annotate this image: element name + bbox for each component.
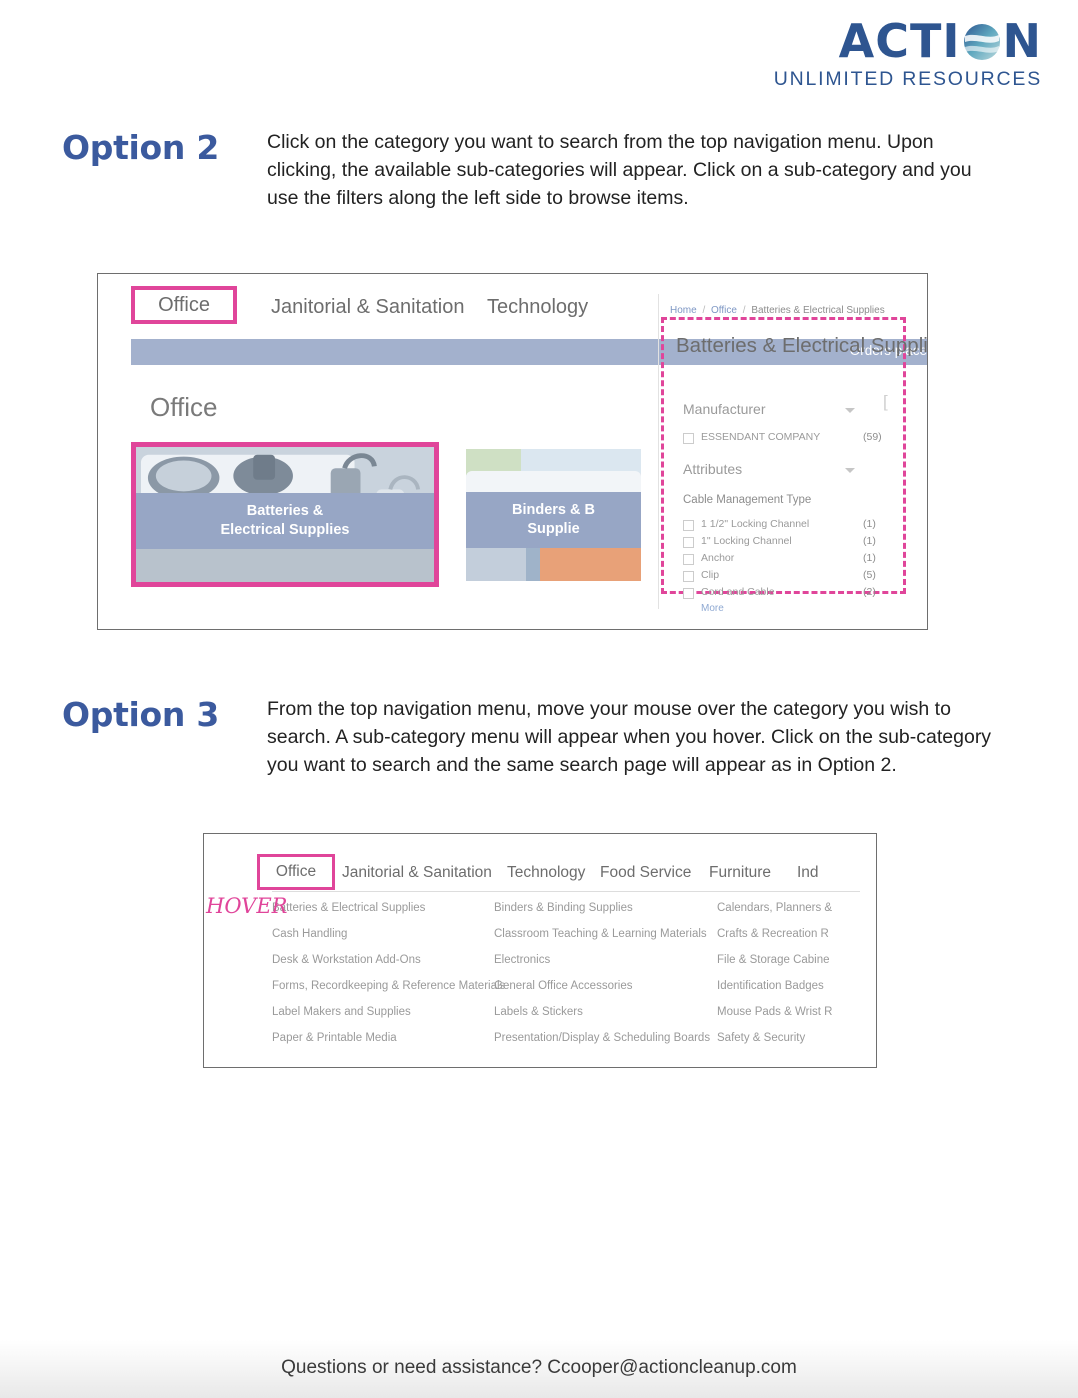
clipped-field-edge: [ [883, 392, 888, 411]
breadcrumb-home[interactable]: Home [670, 305, 697, 316]
filter-option-row[interactable]: 1 1/2" Locking Channel (1) [683, 518, 898, 534]
dropdown-item[interactable]: Batteries & Electrical Supplies [272, 902, 425, 914]
panel-divider [658, 294, 659, 609]
logo-text-before: ACTI [838, 14, 961, 68]
nav-item-janitorial[interactable]: Janitorial & Sanitation [271, 296, 464, 319]
dropdown-item[interactable]: Electronics [494, 954, 550, 966]
breadcrumb: Home / Office / Batteries & Electrical S… [670, 305, 885, 316]
dropdown-item[interactable]: Label Makers and Supplies [272, 1006, 411, 1018]
logo-subtitle: UNLIMITED RESOURCES [773, 68, 1042, 90]
option-3-body: From the top navigation menu, move your … [267, 698, 992, 776]
globe-icon [962, 22, 1002, 62]
filter-panel-title: Batteries & Electrical Supplies [676, 334, 928, 357]
logo-wordmark: ACTI N [774, 18, 1042, 64]
dropdown-item[interactable]: Calendars, Planners & [717, 902, 832, 914]
nav2-item-janitorial[interactable]: Janitorial & Sanitation [342, 864, 492, 882]
dropdown-item[interactable]: Identification Badges [717, 980, 824, 992]
filter-option-count: (1) [863, 552, 876, 564]
hover-annotation-label: HOVER [206, 894, 288, 918]
option-3-section: Option 3 From the top navigation menu, m… [62, 695, 1012, 779]
screenshot-panel-option3: Office Janitorial & Sanitation Technolog… [203, 833, 877, 1068]
filter-option-row[interactable]: Anchor (1) [683, 552, 898, 568]
dropdown-item[interactable]: Paper & Printable Media [272, 1032, 397, 1044]
option-2-body: Click on the category you want to search… [267, 131, 972, 209]
dropdown-item[interactable]: Classroom Teaching & Learning Materials [494, 928, 707, 940]
filter-option-count: (59) [863, 431, 882, 443]
chevron-down-icon[interactable] [845, 408, 855, 413]
checkbox[interactable] [683, 554, 694, 565]
breadcrumb-separator: / [742, 305, 746, 316]
nav-item-office-highlighted[interactable]: Office [131, 286, 237, 324]
nav-underline-divider [272, 891, 860, 892]
more-filters-link[interactable]: More [701, 603, 724, 614]
dropdown-item[interactable]: General Office Accessories [494, 980, 633, 992]
category-tile-batteries-caption: Batteries & Electrical Supplies [136, 493, 434, 549]
category-tile-batteries[interactable]: Batteries & Electrical Supplies [136, 447, 434, 582]
checkbox[interactable] [683, 433, 694, 444]
dropdown-item[interactable]: Labels & Stickers [494, 1006, 583, 1018]
nav2-item-technology[interactable]: Technology [507, 864, 585, 882]
filter-option-count: (5) [863, 569, 876, 581]
option-2-section: Option 2 Click on the category you want … [62, 128, 1012, 212]
filter-option-row[interactable]: Clip (5) [683, 569, 898, 585]
nav2-item-food-service[interactable]: Food Service [600, 864, 691, 882]
dropdown-item[interactable]: Safety & Security [717, 1032, 805, 1044]
filter-option-label: ESSENDANT COMPANY [701, 431, 821, 443]
dropdown-item[interactable]: Forms, Recordkeeping & Reference Materia… [272, 980, 505, 992]
filter-group-manufacturer-label[interactable]: Manufacturer [683, 401, 765, 417]
logo-text-after: N [1002, 14, 1042, 68]
screenshot-panel-option2: Office Janitorial & Sanitation Technolog… [97, 273, 928, 630]
filter-option-label: 1" Locking Channel [701, 535, 792, 547]
page-footer: Questions or need assistance? Ccooper@ac… [0, 1340, 1078, 1398]
breadcrumb-current: Batteries & Electrical Supplies [751, 305, 885, 316]
nav2-item-office-highlighted[interactable]: Office [257, 854, 335, 890]
tile-caption-line1: Batteries & [246, 503, 324, 519]
dropdown-item[interactable]: Presentation/Display & Scheduling Boards [494, 1032, 710, 1044]
filter-option-row[interactable]: Cord and Cable (2) [683, 586, 898, 602]
filter-option-essendant[interactable]: ESSENDANT COMPANY (59) [683, 431, 898, 447]
dropdown-item[interactable]: Desk & Workstation Add-Ons [272, 954, 421, 966]
tile-caption-line2: Electrical Supplies [220, 522, 350, 538]
tile2-caption-line2: Supplie [527, 521, 580, 537]
nav2-item-furniture[interactable]: Furniture [709, 864, 771, 882]
dropdown-item[interactable]: File & Storage Cabine [717, 954, 830, 966]
checkbox[interactable] [683, 588, 694, 599]
dropdown-item[interactable]: Mouse Pads & Wrist R [717, 1006, 832, 1018]
nav-item-office-label: Office [158, 293, 210, 316]
filter-subgroup-cable-management-type: Cable Management Type [683, 494, 812, 506]
breadcrumb-separator: / [702, 305, 706, 316]
dropdown-item[interactable]: Cash Handling [272, 928, 347, 940]
filter-option-count: (2) [863, 586, 876, 598]
filter-option-count: (1) [863, 535, 876, 547]
nav-item-technology[interactable]: Technology [487, 296, 588, 319]
option-2-title: Option 2 [62, 128, 219, 167]
filter-option-label: Anchor [701, 552, 735, 564]
footer-contact-text: Questions or need assistance? Ccooper@ac… [281, 1357, 797, 1378]
filter-group-attributes-label[interactable]: Attributes [683, 461, 742, 477]
nav2-item-industrial[interactable]: Ind [797, 864, 819, 882]
checkbox[interactable] [683, 537, 694, 548]
filter-option-label: Clip [701, 569, 720, 581]
filter-option-label: Cord and Cable [701, 586, 775, 598]
filter-option-label: 1 1/2" Locking Channel [701, 518, 810, 530]
category-tile-batteries-highlight[interactable]: Batteries & Electrical Supplies [131, 442, 439, 587]
brand-logo: ACTI N UNLIMITED RESOURCES [774, 18, 1042, 90]
tile2-caption-line1: Binders & B [512, 502, 595, 518]
filter-option-count: (1) [863, 518, 876, 530]
option-3-title: Option 3 [62, 695, 219, 734]
page-title-office: Office [150, 392, 218, 422]
dropdown-item[interactable]: Crafts & Recreation R [717, 928, 829, 940]
category-tile-binders[interactable]: Binders & B Supplie [466, 449, 641, 581]
chevron-down-icon[interactable] [845, 468, 855, 473]
checkbox[interactable] [683, 520, 694, 531]
breadcrumb-office[interactable]: Office [711, 305, 737, 316]
category-tile-binders-caption: Binders & B Supplie [466, 492, 641, 548]
filter-option-row[interactable]: 1" Locking Channel (1) [683, 535, 898, 551]
dropdown-item[interactable]: Binders & Binding Supplies [494, 902, 633, 914]
nav2-item-office-label: Office [275, 863, 317, 880]
checkbox[interactable] [683, 571, 694, 582]
